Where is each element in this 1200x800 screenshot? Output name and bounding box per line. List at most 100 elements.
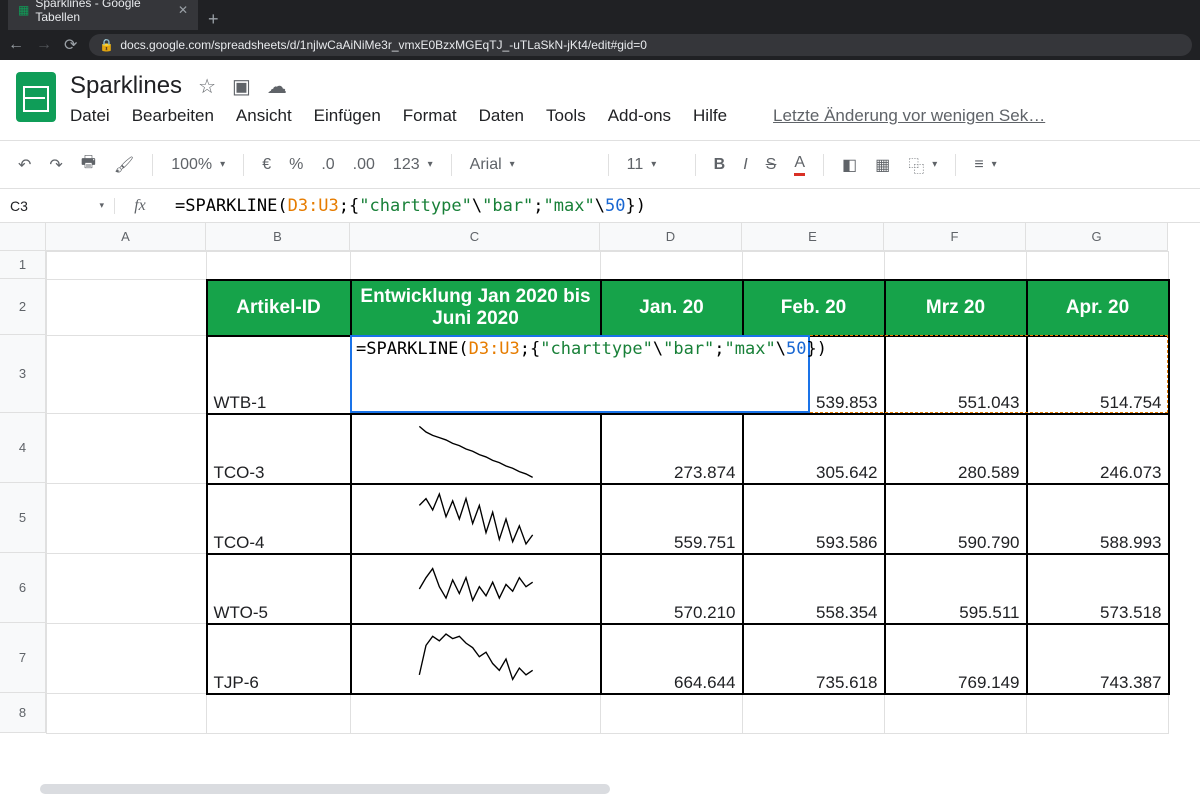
menu-bearbeiten[interactable]: Bearbeiten: [132, 106, 214, 126]
select-all-corner[interactable]: [0, 223, 46, 251]
font-family-dropdown[interactable]: Arial: [470, 156, 590, 174]
last-edit-link[interactable]: Letzte Änderung vor wenigen Sek…: [773, 106, 1045, 126]
cell-F8[interactable]: [885, 694, 1027, 734]
cell-id-TCO-4[interactable]: TCO-4: [207, 484, 351, 554]
cell-G5[interactable]: 588.993: [1027, 484, 1169, 554]
cell-B1[interactable]: [207, 252, 351, 280]
cell-E1[interactable]: [743, 252, 885, 280]
cell-A4[interactable]: [47, 414, 207, 484]
row-header-8[interactable]: 8: [0, 693, 46, 733]
forward-icon[interactable]: →: [36, 36, 52, 54]
cell-A2[interactable]: [47, 280, 207, 336]
col-header-F[interactable]: F: [884, 223, 1026, 251]
cell-D7[interactable]: 664.644: [601, 624, 743, 694]
merge-cells-icon[interactable]: ⿻: [908, 153, 937, 177]
new-tab-button[interactable]: +: [198, 9, 229, 30]
name-box[interactable]: C3: [0, 198, 115, 214]
row-header-1[interactable]: 1: [0, 251, 46, 279]
cell-G8[interactable]: [1027, 694, 1169, 734]
sparkline-TCO-4[interactable]: [351, 484, 601, 554]
cell-F6[interactable]: 595.511: [885, 554, 1027, 624]
cell-id-TJP-6[interactable]: TJP-6: [207, 624, 351, 694]
menu-addons[interactable]: Add-ons: [608, 106, 671, 126]
cell-D6[interactable]: 570.210: [601, 554, 743, 624]
horizontal-scrollbar[interactable]: [40, 784, 610, 794]
redo-icon[interactable]: ↷: [49, 155, 62, 175]
header-jan[interactable]: Jan. 20: [601, 280, 743, 336]
cell-G1[interactable]: [1027, 252, 1169, 280]
cell-E6[interactable]: 558.354: [743, 554, 885, 624]
header-mrz[interactable]: Mrz 20: [885, 280, 1027, 336]
row-header-4[interactable]: 4: [0, 413, 46, 483]
sheets-logo-icon[interactable]: [16, 72, 56, 122]
move-icon[interactable]: ▣: [232, 74, 251, 99]
h-align-icon[interactable]: ≡: [974, 156, 996, 174]
italic-button[interactable]: I: [743, 156, 747, 174]
menu-datei[interactable]: Datei: [70, 106, 110, 126]
cell-D4[interactable]: 273.874: [601, 414, 743, 484]
font-size-dropdown[interactable]: 11: [627, 156, 677, 174]
row-header-7[interactable]: 7: [0, 623, 46, 693]
header-apr[interactable]: Apr. 20: [1027, 280, 1169, 336]
sparkline-TJP-6[interactable]: [351, 624, 601, 694]
cloud-status-icon[interactable]: ☁: [267, 74, 287, 99]
cell-A5[interactable]: [47, 484, 207, 554]
bold-button[interactable]: B: [714, 156, 726, 174]
cell-F1[interactable]: [885, 252, 1027, 280]
cell-C8[interactable]: [351, 694, 601, 734]
cell-F4[interactable]: 280.589: [885, 414, 1027, 484]
row-header-3[interactable]: 3: [0, 335, 46, 413]
cell-G6[interactable]: 573.518: [1027, 554, 1169, 624]
menu-einfuegen[interactable]: Einfügen: [314, 106, 381, 126]
strikethrough-button[interactable]: S: [766, 156, 777, 174]
cell-F3[interactable]: 551.043: [885, 336, 1027, 414]
cell-G3[interactable]: 514.754: [1027, 336, 1169, 414]
header-feb[interactable]: Feb. 20: [743, 280, 885, 336]
undo-icon[interactable]: ↶: [18, 155, 31, 175]
formula-bar[interactable]: =SPARKLINE(D3:U3;{"charttype"\"bar";"max…: [165, 196, 1200, 216]
menu-daten[interactable]: Daten: [479, 106, 524, 126]
address-bar[interactable]: 🔒 docs.google.com/spreadsheets/d/1njlwCa…: [89, 34, 1192, 56]
decrease-decimal-button[interactable]: .0: [321, 156, 334, 174]
print-icon[interactable]: 🖶: [81, 151, 96, 178]
cell-id-WTO-5[interactable]: WTO-5: [207, 554, 351, 624]
menu-format[interactable]: Format: [403, 106, 457, 126]
active-cell-editor[interactable]: =SPARKLINE(D3:U3;{"charttype"\"bar";"max…: [350, 335, 810, 413]
browser-tab[interactable]: ▦ Sparklines - Google Tabellen ✕: [8, 0, 198, 30]
back-icon[interactable]: ←: [8, 36, 24, 54]
col-header-C[interactable]: C: [350, 223, 600, 251]
col-header-G[interactable]: G: [1026, 223, 1168, 251]
row-header-2[interactable]: 2: [0, 279, 46, 335]
cell-A7[interactable]: [47, 624, 207, 694]
cell-A3[interactable]: [47, 336, 207, 414]
cell-E5[interactable]: 593.586: [743, 484, 885, 554]
col-header-D[interactable]: D: [600, 223, 742, 251]
row-header-5[interactable]: 5: [0, 483, 46, 553]
col-header-A[interactable]: A: [46, 223, 206, 251]
cell-G7[interactable]: 743.387: [1027, 624, 1169, 694]
cell-A6[interactable]: [47, 554, 207, 624]
currency-button[interactable]: €: [262, 156, 271, 174]
sparkline-WTO-5[interactable]: [351, 554, 601, 624]
menu-hilfe[interactable]: Hilfe: [693, 106, 727, 126]
paint-format-icon[interactable]: 🖌: [114, 155, 134, 175]
cell-G4[interactable]: 246.073: [1027, 414, 1169, 484]
cell-F7[interactable]: 769.149: [885, 624, 1027, 694]
cell-E8[interactable]: [743, 694, 885, 734]
zoom-dropdown[interactable]: 100%: [171, 156, 225, 174]
cell-D5[interactable]: 559.751: [601, 484, 743, 554]
menu-tools[interactable]: Tools: [546, 106, 586, 126]
fill-color-icon[interactable]: ◧: [842, 155, 857, 175]
text-color-button[interactable]: A: [794, 154, 805, 176]
cell-D8[interactable]: [601, 694, 743, 734]
header-entwicklung[interactable]: Entwicklung Jan 2020 bis Juni 2020: [351, 280, 601, 336]
menu-ansicht[interactable]: Ansicht: [236, 106, 292, 126]
col-header-B[interactable]: B: [206, 223, 350, 251]
header-artikel-id[interactable]: Artikel-ID: [207, 280, 351, 336]
cell-A8[interactable]: [47, 694, 207, 734]
cell-id-WTB-1[interactable]: WTB-1: [207, 336, 351, 414]
reload-icon[interactable]: ⟳: [64, 35, 77, 55]
cell-D1[interactable]: [601, 252, 743, 280]
cell-F5[interactable]: 590.790: [885, 484, 1027, 554]
increase-decimal-button[interactable]: .00: [353, 156, 375, 174]
